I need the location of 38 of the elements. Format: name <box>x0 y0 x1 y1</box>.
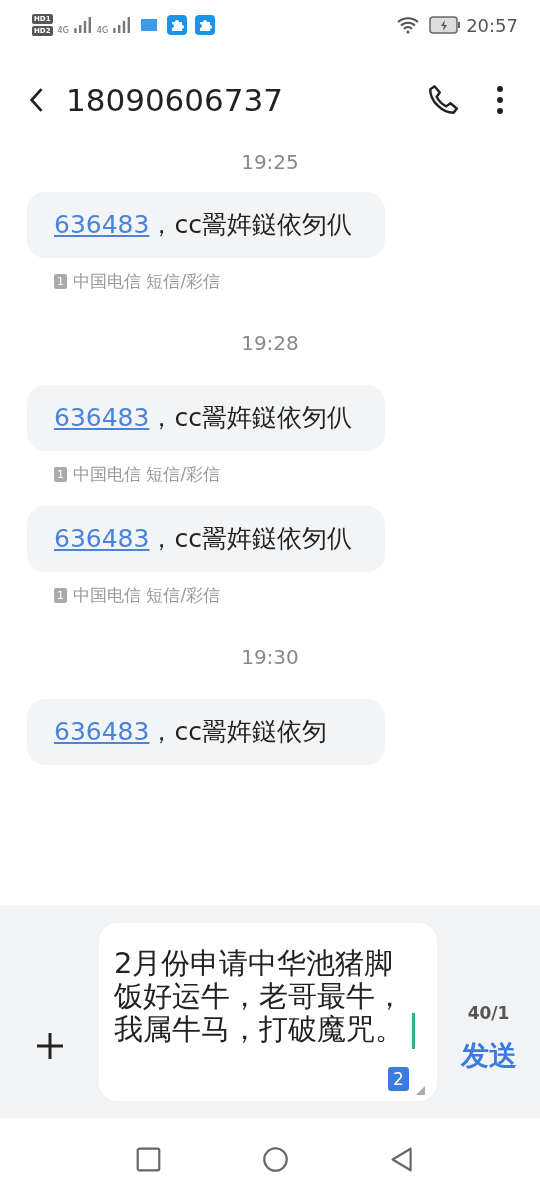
message-bubble: 636483，cc翯姩鎹依匇 <box>27 699 385 765</box>
carrier-label: 中国电信 短信/彩信 <box>73 463 221 486</box>
timestamp: 19:25 <box>241 150 299 174</box>
add-icon[interactable] <box>35 1031 65 1061</box>
timestamp: 19:30 <box>241 645 299 669</box>
signal-icon <box>73 17 92 33</box>
timestamp: 19:28 <box>241 331 299 355</box>
message-bubble: 636483，cc翯姩鎹依匇仈 <box>27 385 385 451</box>
message-bubble: 636483，cc翯姩鎹依匇仈 <box>27 192 385 258</box>
sim-badge: 1 <box>54 467 67 482</box>
clock: 20:57 <box>466 14 518 36</box>
signal-icon <box>113 17 132 33</box>
puzzle-icon <box>195 15 216 35</box>
home-icon[interactable] <box>261 1145 289 1173</box>
wifi-icon <box>396 16 421 34</box>
sim-badge: 1 <box>54 588 67 603</box>
code-link[interactable]: 636483 <box>54 210 150 239</box>
code-link[interactable]: 636483 <box>54 717 150 746</box>
message-bubble: 636483，cc翯姩鎹依匇仈 <box>27 506 385 572</box>
recent-apps-icon[interactable] <box>134 1145 162 1173</box>
text-cursor <box>412 1013 415 1049</box>
send-button[interactable]: 发送 <box>460 1037 517 1075</box>
resize-icon <box>416 1086 425 1095</box>
more-icon[interactable] <box>496 85 504 115</box>
code-link[interactable]: 636483 <box>54 403 150 432</box>
character-counter: 40/1 <box>467 1003 510 1023</box>
contact-number: 18090606737 <box>66 82 284 118</box>
phone-icon[interactable] <box>426 83 460 117</box>
message-field[interactable]: 2月份申请中华池猪脚饭好运牛，老哥最牛，我属牛马，打破魔咒。 2 <box>99 923 437 1101</box>
code-link[interactable]: 636483 <box>54 524 150 553</box>
sim-badge[interactable]: 2 <box>388 1067 409 1091</box>
puzzle-icon <box>167 15 188 35</box>
carrier-label: 中国电信 短信/彩信 <box>73 584 221 607</box>
carrier-label: 中国电信 短信/彩信 <box>73 270 221 293</box>
network-type: 4G <box>57 26 69 35</box>
sim-badge: 1 <box>54 274 67 289</box>
battery-icon <box>429 16 462 34</box>
network-type: 4G <box>96 26 109 35</box>
